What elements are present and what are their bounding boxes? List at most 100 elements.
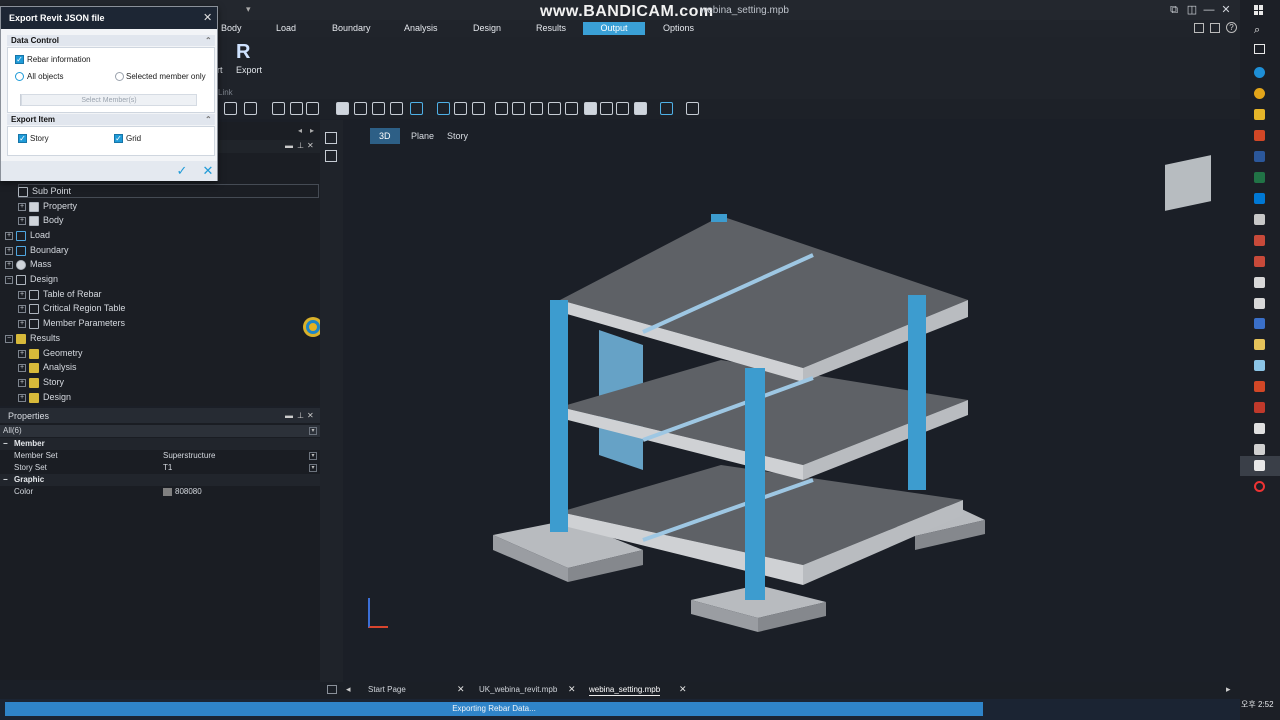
restore-icon[interactable]: ⧉ (1166, 3, 1182, 17)
powerpoint-icon[interactable] (1254, 130, 1265, 141)
menu-design[interactable]: Design (467, 22, 507, 35)
model-viewport[interactable] (343, 120, 1240, 682)
chrome-icon[interactable] (1254, 88, 1265, 99)
revit-export-icon[interactable]: R (236, 41, 258, 63)
app-red-icon[interactable] (1254, 235, 1265, 246)
ribbon-export-label[interactable]: Export (236, 65, 262, 75)
tree-item-body[interactable]: + Body (18, 213, 64, 227)
section-icon[interactable] (495, 102, 508, 115)
chevron-down-icon[interactable]: ▾ (309, 427, 317, 435)
folder-icon[interactable] (1254, 109, 1265, 120)
chevron-down-icon[interactable]: ▾ (309, 452, 317, 460)
view-cube-icon[interactable] (660, 102, 673, 115)
split-vertical-icon[interactable] (325, 132, 337, 144)
rebar-info-checkbox[interactable]: ✓ (15, 55, 24, 64)
close-icon[interactable]: ✕ (679, 684, 687, 695)
property-row-member-set[interactable]: Member Set Superstructure ▾ (0, 450, 320, 462)
tree-item-story[interactable]: + Story (18, 375, 64, 389)
app-red-2-icon[interactable] (1254, 256, 1265, 267)
display-icon[interactable] (616, 102, 629, 115)
mesh-icon[interactable] (472, 102, 485, 115)
copy-icon[interactable] (512, 102, 525, 115)
tree-item-load[interactable]: + Load (5, 228, 50, 242)
notes-icon[interactable] (1254, 339, 1265, 350)
menu-body[interactable]: Body (215, 22, 248, 35)
outlook-icon[interactable] (1254, 193, 1265, 204)
expand-icon[interactable]: + (18, 319, 26, 328)
tab-list-icon[interactable] (327, 685, 337, 694)
close-icon[interactable]: ✕ (457, 684, 465, 695)
midas-app-icon[interactable] (1254, 460, 1265, 471)
menu-analysis[interactable]: Analysis (398, 22, 444, 35)
cancel-close-icon[interactable]: ✕ (199, 164, 217, 178)
pdf-icon[interactable] (1254, 402, 1265, 413)
properties-minimize-icon[interactable]: ▬ (285, 411, 293, 420)
undo-select-icon[interactable] (306, 102, 319, 115)
record-icon[interactable] (1254, 481, 1265, 492)
tree-item-design-results[interactable]: + Design (18, 390, 71, 404)
pencil-icon[interactable] (372, 102, 385, 115)
tree-item-design[interactable]: − Design (5, 272, 58, 286)
expand-icon[interactable]: + (18, 378, 26, 387)
scroll-left-icon[interactable]: ◂ (298, 126, 302, 135)
window-icon[interactable] (1210, 23, 1220, 33)
app-blue-icon[interactable] (1254, 360, 1265, 371)
collapse-icon[interactable]: − (3, 438, 8, 450)
column-icon[interactable] (390, 102, 403, 115)
tree-item-table-of-rebar[interactable]: + Table of Rebar (18, 287, 102, 301)
expand-icon[interactable]: + (18, 363, 26, 372)
collapse-icon[interactable]: − (3, 474, 8, 486)
properties-close-icon[interactable]: ✕ (307, 411, 314, 420)
scroll-right-icon[interactable]: ▸ (1226, 684, 1231, 695)
search-icon[interactable]: ⌕ (1254, 24, 1260, 37)
chart-app-icon[interactable] (1254, 277, 1265, 288)
expand-icon[interactable]: + (18, 216, 26, 225)
chevron-up-icon[interactable]: ⌃ (205, 35, 212, 46)
help-icon[interactable]: ? (1226, 22, 1237, 33)
zoom-icon[interactable] (244, 102, 257, 115)
view-cube-icon[interactable] (1165, 155, 1211, 211)
tree-item-sub-point[interactable]: Sub Point (18, 184, 71, 198)
tab-story[interactable]: Story (438, 128, 477, 144)
minimize-icon[interactable]: — (1201, 3, 1217, 17)
task-view-icon[interactable] (1254, 44, 1265, 54)
fit-icon[interactable] (584, 102, 597, 115)
doc-tab-webina-setting[interactable]: webina_setting.mpb (589, 684, 661, 696)
revit-icon[interactable] (1254, 318, 1265, 329)
wall-icon[interactable] (354, 102, 367, 115)
expand-icon[interactable]: + (18, 202, 26, 211)
chevron-down-icon[interactable]: ▾ (309, 464, 317, 472)
expand-icon[interactable]: + (18, 393, 26, 402)
app-orange-icon[interactable] (1254, 381, 1265, 392)
ok-check-icon[interactable]: ✓ (173, 164, 191, 178)
export-item-header[interactable]: Export Item ⌃ (7, 114, 215, 125)
dropdown-icon[interactable] (224, 102, 237, 115)
node-icon[interactable] (530, 102, 543, 115)
expand-icon[interactable]: + (5, 246, 13, 255)
menu-load[interactable]: Load (270, 22, 302, 35)
target-icon[interactable] (548, 102, 561, 115)
tab-3d[interactable]: 3D (370, 128, 400, 144)
tree-item-member-parameters[interactable]: + Member Parameters (18, 316, 125, 330)
expand-icon[interactable]: + (5, 260, 13, 269)
doc-tab-uk-webina-revit[interactable]: UK_webina_revit.mpb (479, 684, 557, 696)
tree-item-property[interactable]: + Property (18, 199, 77, 213)
tree-item-geometry[interactable]: + Geometry (18, 346, 83, 360)
app-white-icon[interactable] (1254, 423, 1265, 434)
property-row-color[interactable]: Color 808080 (0, 486, 320, 498)
render-icon[interactable] (410, 102, 423, 115)
properties-filter-select[interactable] (0, 425, 320, 437)
panel-close-icon[interactable]: ✕ (307, 141, 314, 150)
panel-minimize-icon[interactable]: ▬ (285, 141, 293, 150)
menu-boundary[interactable]: Boundary (326, 22, 377, 35)
app-icon[interactable] (1254, 214, 1265, 225)
close-icon[interactable]: ✕ (1218, 3, 1234, 17)
grid-icon[interactable] (454, 102, 467, 115)
chevron-up-icon[interactable]: ⌃ (205, 114, 212, 125)
tree-item-analysis[interactable]: + Analysis (18, 360, 77, 374)
close-icon[interactable]: ✕ (203, 11, 212, 24)
story-checkbox[interactable]: ✓ (18, 134, 27, 143)
monitor-icon[interactable] (686, 102, 699, 115)
collapse-icon[interactable]: − (5, 275, 13, 284)
select-window-icon[interactable] (290, 102, 303, 115)
